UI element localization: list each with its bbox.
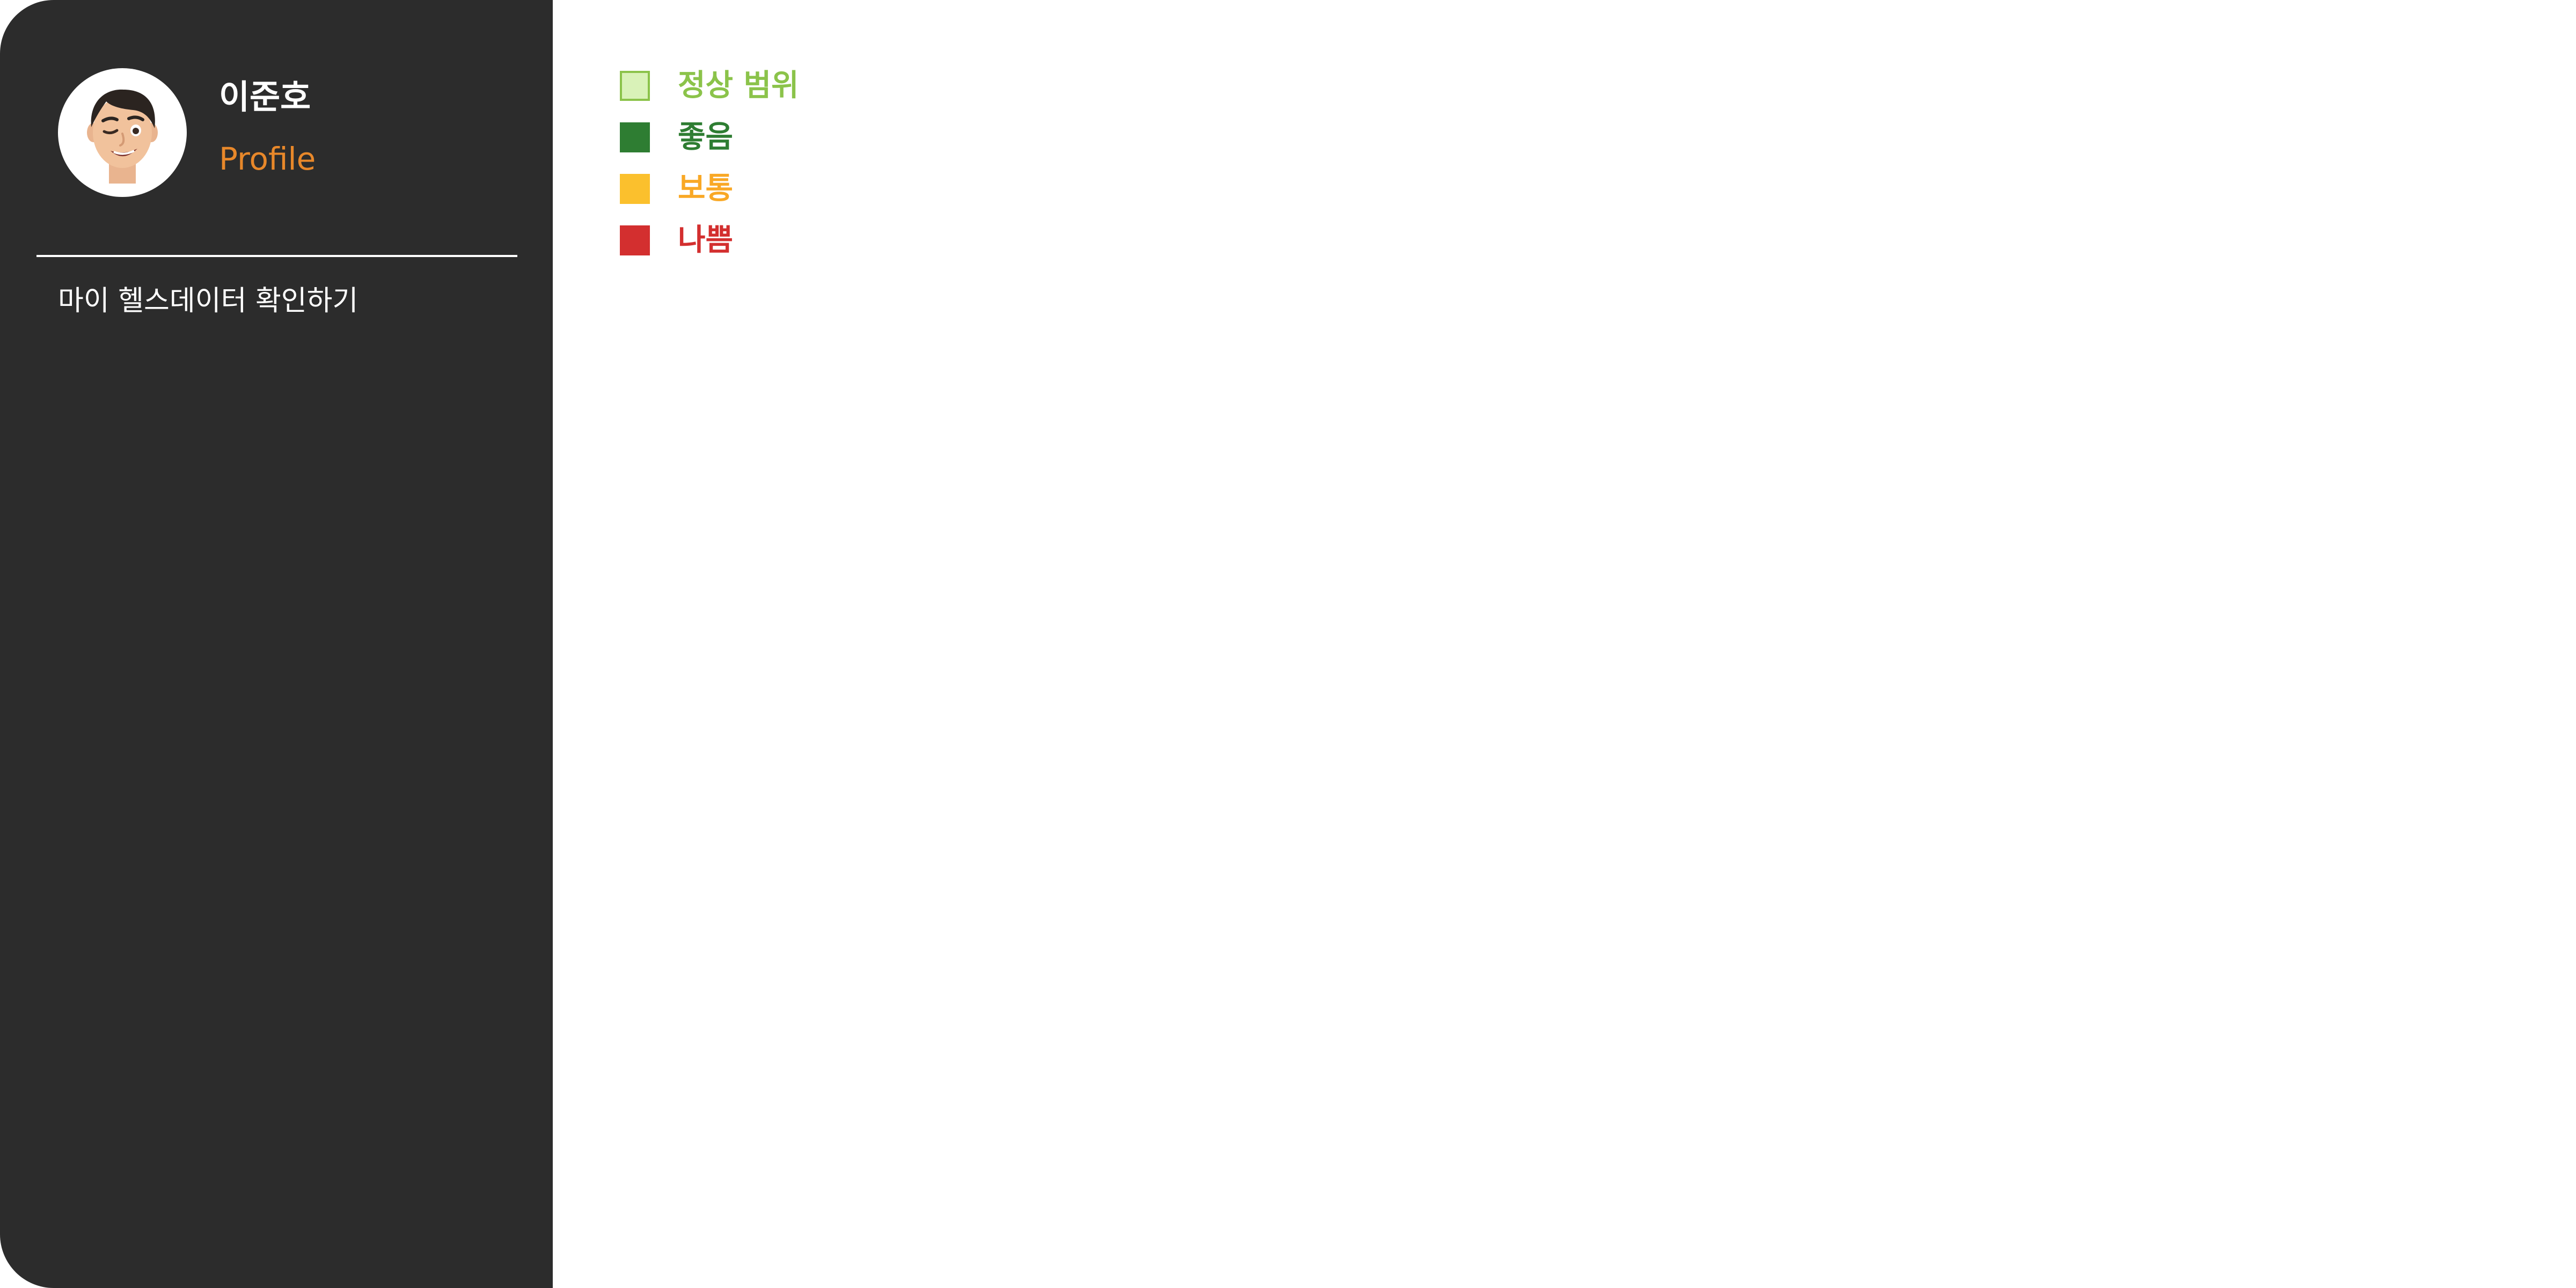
legend-item-normal-range: 정상 범위 [620, 60, 799, 112]
legend-swatch-bad [620, 225, 650, 255]
legend-item-good: 좋음 [620, 112, 799, 163]
legend-label: 보통 [678, 171, 734, 206]
legend-swatch-good [620, 122, 650, 152]
legend-item-average: 보통 [620, 163, 799, 215]
profile-link[interactable]: Profile [219, 143, 316, 174]
legend-label: 좋음 [678, 120, 734, 155]
sidebar-divider [36, 255, 517, 257]
legend-label: 나쁨 [678, 223, 734, 258]
sidebar: 이준호 Profile 마이 헬스데이터 확인하기 [0, 0, 553, 1288]
legend-swatch-normal-range [620, 71, 650, 101]
my-health-data-link[interactable]: 마이 헬스데이터 확인하기 [58, 284, 358, 318]
legend-item-bad: 나쁨 [620, 215, 799, 266]
memoji-avatar-icon [87, 89, 158, 184]
avatar[interactable] [58, 68, 187, 197]
legend-swatch-average [620, 174, 650, 204]
app-window: 이준호 Profile 마이 헬스데이터 확인하기 정상 범위 좋음 보통 나쁨 [0, 0, 2576, 1288]
status-legend: 정상 범위 좋음 보통 나쁨 [620, 60, 799, 266]
legend-label: 정상 범위 [678, 68, 799, 103]
user-name: 이준호 [219, 77, 311, 116]
